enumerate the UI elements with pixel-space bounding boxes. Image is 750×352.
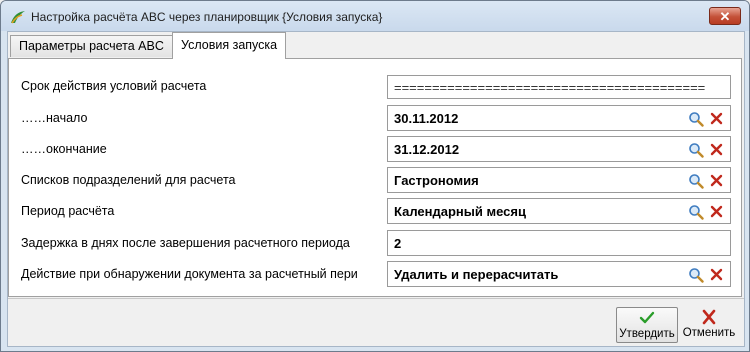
validity-period-label: Срок действия условий расчета xyxy=(21,79,207,93)
dialog-window: Настройка расчёта ABC через планировщик … xyxy=(0,0,750,352)
end-date-row: ……окончание 31.12.2012 xyxy=(9,136,743,162)
departments-row: Списков подразделений для расчета Гастро… xyxy=(9,167,743,193)
close-window-button[interactable]: ✕ xyxy=(709,7,741,25)
document-action-field[interactable]: Удалить и перерасчитать xyxy=(387,261,731,287)
clear-icon[interactable] xyxy=(710,112,723,125)
calc-period-label: Период расчёта xyxy=(21,204,115,218)
document-action-row: Действие при обнаружении документа за ра… xyxy=(9,261,743,287)
confirm-button-label: Утвердить xyxy=(619,328,675,340)
validity-period-row: Срок действия условий расчета ==========… xyxy=(9,73,743,99)
delay-days-row: Задержка в днях после завершения расчетн… xyxy=(9,230,743,256)
delay-days-value: 2 xyxy=(394,236,402,251)
magnifier-icon[interactable] xyxy=(688,204,704,220)
calc-period-row: Период расчёта Календарный месяц xyxy=(9,198,743,224)
cancel-button[interactable]: Отменить xyxy=(680,307,738,343)
clear-icon[interactable] xyxy=(710,174,723,187)
document-action-value: Удалить и перерасчитать xyxy=(394,267,559,282)
delay-days-input[interactable]: 2 xyxy=(387,230,731,256)
validity-period-field[interactable]: ========================================… xyxy=(387,75,731,99)
confirm-button[interactable]: Утвердить xyxy=(616,307,678,343)
app-logo-icon xyxy=(11,11,25,24)
window-title: Настройка расчёта ABC через планировщик … xyxy=(31,10,383,24)
start-date-label: ……начало xyxy=(21,111,88,125)
document-action-label: Действие при обнаружении документа за ра… xyxy=(21,267,358,281)
tab-launch-conditions[interactable]: Условия запуска xyxy=(172,32,287,59)
checkmark-icon xyxy=(639,311,655,324)
departments-value: Гастрономия xyxy=(394,173,479,188)
magnifier-icon[interactable] xyxy=(688,173,704,189)
tab-abc-parameters[interactable]: Параметры расчета ABC xyxy=(10,35,173,57)
title-bar[interactable]: Настройка расчёта ABC через планировщик … xyxy=(1,1,749,31)
divider xyxy=(8,298,744,299)
magnifier-icon[interactable] xyxy=(688,142,704,158)
tab-strip: Параметры расчета ABC Условия запуска xyxy=(8,32,744,59)
cross-icon xyxy=(702,309,716,325)
clear-icon[interactable] xyxy=(710,205,723,218)
start-date-field[interactable]: 30.11.2012 xyxy=(387,105,731,131)
end-date-field[interactable]: 31.12.2012 xyxy=(387,136,731,162)
delay-days-label: Задержка в днях после завершения расчетн… xyxy=(21,236,350,250)
calc-period-field[interactable]: Календарный месяц xyxy=(387,198,731,224)
end-date-label: ……окончание xyxy=(21,142,107,156)
departments-label: Списков подразделений для расчета xyxy=(21,173,236,187)
cancel-button-label: Отменить xyxy=(682,327,736,339)
departments-field[interactable]: Гастрономия xyxy=(387,167,731,193)
validity-period-value: ========================================… xyxy=(394,80,706,95)
button-bar: Утвердить Отменить xyxy=(8,298,744,346)
magnifier-icon[interactable] xyxy=(688,267,704,283)
end-date-value: 31.12.2012 xyxy=(394,142,460,157)
magnifier-icon[interactable] xyxy=(688,111,704,127)
launch-conditions-panel: Срок действия условий расчета ==========… xyxy=(8,58,742,297)
start-date-value: 30.11.2012 xyxy=(394,111,459,126)
dialog-body: Параметры расчета ABC Условия запуска Ср… xyxy=(7,31,745,347)
calc-period-value: Календарный месяц xyxy=(394,204,526,219)
clear-icon[interactable] xyxy=(710,143,723,156)
clear-icon[interactable] xyxy=(710,268,723,281)
start-date-row: ……начало 30.11.2012 xyxy=(9,105,743,131)
